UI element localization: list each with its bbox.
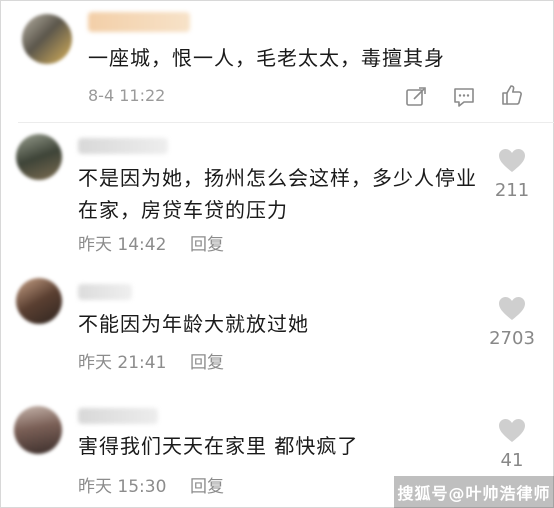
edit-icon[interactable]	[402, 84, 430, 110]
comment-icon[interactable]	[450, 84, 478, 110]
like-button[interactable]: 2703	[472, 296, 552, 349]
post-text: 一座城，恨一人，毛老太太，毒擅其身	[88, 46, 445, 70]
like-button[interactable]: 211	[472, 148, 552, 201]
comment-text: 害得我们天天在家里 都快疯了	[78, 434, 359, 458]
post-author-avatar[interactable]	[22, 14, 72, 64]
reply-button[interactable]: 回复	[190, 230, 224, 255]
comment-text: 不是因为她，扬州怎么会这样，多少人停业在家，房贷车贷的压力	[78, 166, 477, 222]
commenter-name[interactable]	[78, 408, 158, 424]
like-count: 2703	[489, 328, 535, 349]
like-count: 211	[494, 180, 530, 201]
commenter-avatar[interactable]	[14, 406, 62, 454]
comment-text: 不能因为年龄大就放过她	[78, 312, 309, 336]
comment-item: 不能因为年龄大就放过她 昨天 21:41 回复 2703	[0, 268, 554, 378]
reply-button[interactable]: 回复	[190, 348, 224, 373]
heart-icon	[499, 297, 525, 320]
comment-time: 昨天 15:30	[78, 477, 167, 497]
like-button[interactable]: 41	[472, 418, 552, 471]
commenter-name[interactable]	[78, 284, 132, 300]
comment-time: 昨天 14:42	[78, 235, 167, 255]
post-author-name[interactable]	[88, 12, 190, 32]
comment-time: 昨天 21:41	[78, 353, 167, 373]
comment-item: 不是因为她，扬州怎么会这样，多少人停业在家，房贷车贷的压力 昨天 14:42 回…	[0, 124, 554, 260]
commenter-name[interactable]	[78, 138, 168, 154]
heart-icon	[499, 149, 525, 172]
like-count: 41	[500, 450, 524, 471]
post-timestamp: 8-4 11:22	[88, 86, 166, 105]
thumbs-up-icon[interactable]	[498, 82, 526, 108]
commenter-avatar[interactable]	[16, 134, 62, 180]
heart-icon	[499, 419, 525, 442]
commenter-avatar[interactable]	[16, 278, 62, 324]
divider	[18, 122, 554, 123]
reply-button[interactable]: 回复	[190, 472, 224, 497]
post: 一座城，恨一人，毛老太太，毒擅其身 8-4 11:22	[0, 0, 554, 120]
watermark: 搜狐号@叶帅浩律师	[394, 476, 554, 508]
